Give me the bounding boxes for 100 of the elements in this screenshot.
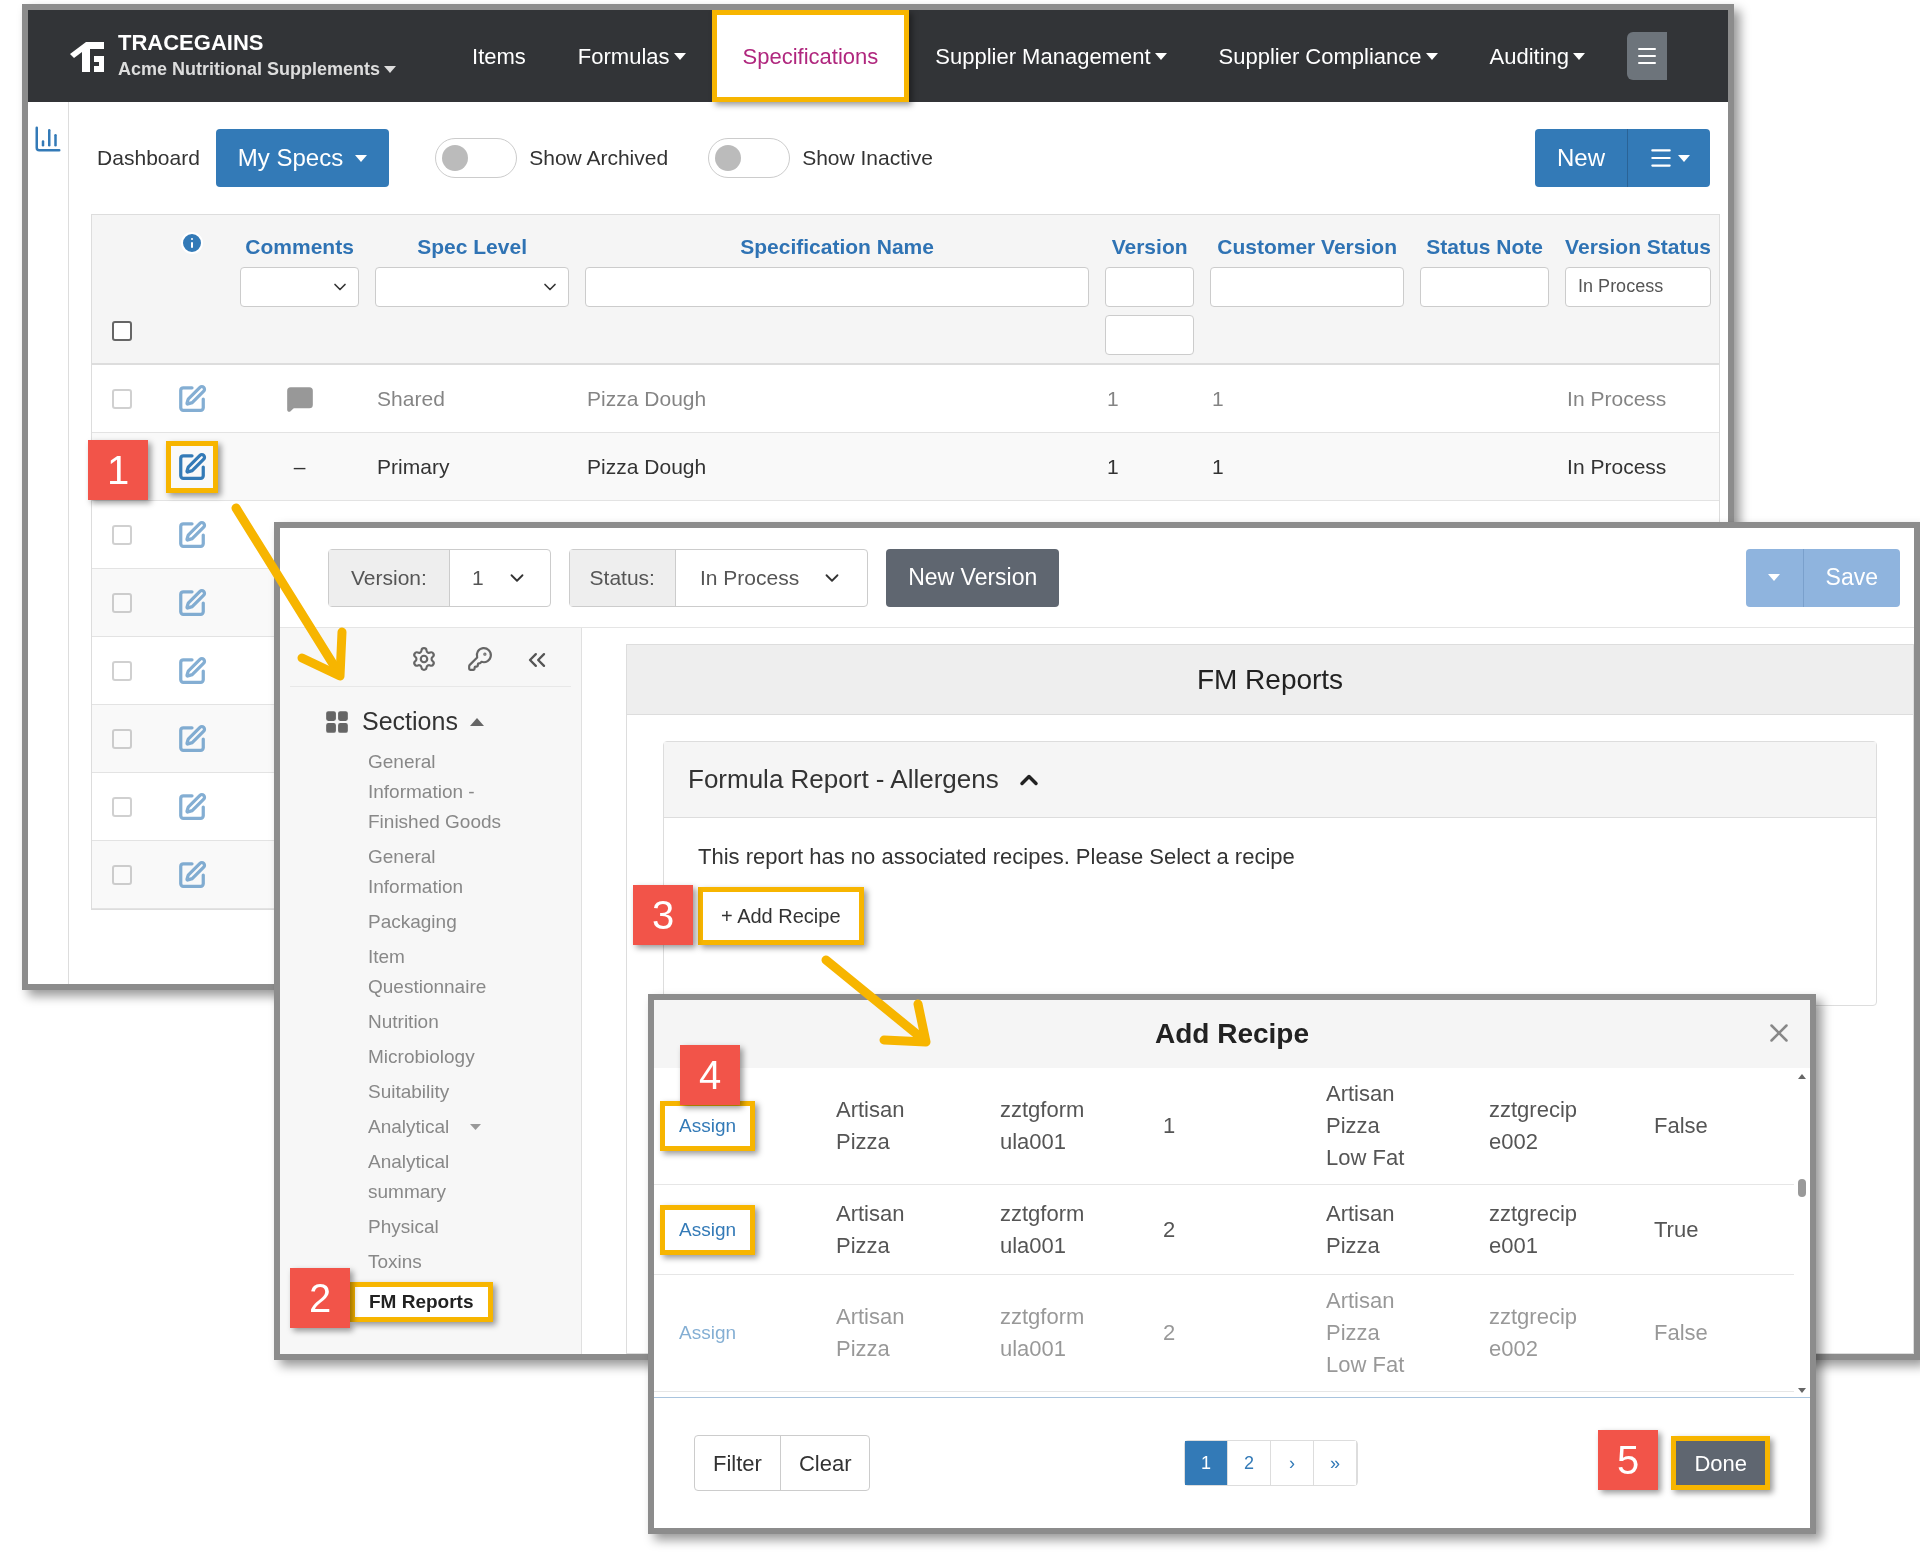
column-header[interactable]: Status Note <box>1426 231 1543 263</box>
filter-field[interactable] <box>1105 314 1195 355</box>
table-cell-text: 2 <box>1162 1319 1177 1347</box>
options-dropdown[interactable] <box>1628 129 1710 187</box>
table-cell-text: In Process <box>1566 453 1668 480</box>
caret-icon[interactable] <box>469 717 484 726</box>
edit-button[interactable] <box>166 440 219 493</box>
caret-icon <box>355 154 368 162</box>
toggle-switch[interactable] <box>435 138 518 178</box>
table-cell-text: 1 <box>1162 1112 1177 1140</box>
column-header[interactable]: Comments <box>245 231 354 263</box>
filter-field[interactable] <box>1420 266 1550 307</box>
nav-tab[interactable]: Supplier Management <box>909 10 1193 102</box>
section-link[interactable]: FM Reports <box>350 1281 493 1322</box>
filter-field[interactable] <box>585 266 1090 307</box>
section-link[interactable]: Toxins <box>368 1246 528 1277</box>
step-badge: 5 <box>1598 1430 1658 1490</box>
settings-icon[interactable] <box>411 646 437 672</box>
brand-name: TRACEGAINS <box>118 28 265 57</box>
table-cell-text: – <box>293 453 306 480</box>
table-cell-text: Artisan Pizza <box>835 1199 906 1260</box>
section-link[interactable]: Packaging <box>368 906 528 937</box>
info-icon[interactable] <box>180 231 205 255</box>
table-cell-text: zztgformula001 <box>999 1303 1086 1363</box>
step-badge: 1 <box>88 440 148 500</box>
clear-button[interactable]: Clear <box>780 1436 870 1490</box>
table-cell-text: Artisan Pizza <box>835 1303 906 1363</box>
filter-field[interactable] <box>1105 266 1195 307</box>
section-link[interactable]: General Information - Finished Goods <box>368 746 528 837</box>
section-link[interactable]: Physical <box>368 1211 528 1242</box>
done-button[interactable]: Done <box>1671 1436 1770 1490</box>
section-link[interactable]: Suitability <box>368 1076 528 1107</box>
table-cell-text: Artisan Pizza Low Fat <box>1325 1080 1406 1172</box>
save-options-dropdown[interactable] <box>1745 548 1804 607</box>
dialog-title: Add Recipe <box>1155 1017 1309 1051</box>
column-header[interactable]: Spec Level <box>417 231 527 263</box>
assign-link[interactable]: Assign <box>660 1308 756 1358</box>
nav-tab[interactable]: Formulas <box>551 10 712 102</box>
section-link[interactable]: General Information <box>368 841 528 902</box>
column-header[interactable]: Specification Name <box>740 231 934 263</box>
filter-button[interactable]: Filter <box>695 1436 781 1490</box>
report-title[interactable]: Formula Report - Allergens <box>688 760 999 799</box>
scroll-up-icon[interactable] <box>1798 1074 1806 1079</box>
toggle-switch[interactable] <box>708 138 791 178</box>
edit-icon <box>177 791 208 822</box>
key-icon[interactable] <box>467 646 493 672</box>
section-link[interactable]: Item Questionnaire <box>368 941 528 1002</box>
section-link[interactable]: Nutrition <box>368 1006 528 1037</box>
sections-heading[interactable]: Sections <box>362 703 458 741</box>
table-cell-text: Artisan Pizza Low Fat <box>1325 1287 1406 1379</box>
view-dropdown[interactable]: My Specs <box>215 129 390 187</box>
report-message: This report has no associated recipes. Please Select a recipe <box>698 843 1296 871</box>
nav-tab[interactable]: Specifications <box>711 10 910 102</box>
filter-field[interactable]: In Process <box>1565 266 1711 307</box>
column-header[interactable]: Version Status <box>1565 231 1711 263</box>
new-button[interactable]: New <box>1535 129 1628 187</box>
table-cell-text: In Process <box>1566 385 1668 412</box>
edit-icon <box>177 587 208 618</box>
step-badge: 2 <box>290 1268 350 1328</box>
account-switcher[interactable]: Acme Nutritional Supplements <box>118 56 397 84</box>
new-version-button[interactable]: New Version <box>886 548 1060 607</box>
table-cell-text: zztgformula001 <box>999 1199 1086 1260</box>
table-cell-text: Shared <box>376 385 446 412</box>
filter-select[interactable] <box>375 266 570 307</box>
caret-icon <box>1768 574 1781 581</box>
caret-icon <box>1678 154 1690 162</box>
section-link[interactable]: Analytical summary <box>368 1146 528 1207</box>
column-header[interactable]: Customer Version <box>1217 231 1397 263</box>
table-cell-text: False <box>1653 1112 1709 1140</box>
nav-tab[interactable]: Auditing <box>1463 10 1612 102</box>
comment-icon[interactable] <box>285 384 314 413</box>
scroll-down-icon[interactable] <box>1798 1388 1806 1393</box>
filter-select[interactable] <box>240 266 360 307</box>
table-cell-text: 1 <box>1106 385 1120 412</box>
edit-icon <box>177 655 208 686</box>
nav-tab[interactable]: Supplier Compliance <box>1192 10 1464 102</box>
toggle-label: Show Archived <box>529 145 669 172</box>
page-button[interactable]: 1 <box>1184 1441 1228 1485</box>
section-link[interactable]: Analytical <box>368 1111 528 1142</box>
table-cell-text: zztgrecipe002 <box>1488 1303 1579 1363</box>
table-cell-text: True <box>1653 1215 1700 1244</box>
assign-link[interactable]: Assign <box>660 1204 756 1255</box>
step-badge: 4 <box>680 1045 740 1105</box>
dashboard-link[interactable]: Dashboard <box>97 142 200 174</box>
edit-icon <box>177 383 208 414</box>
add-recipe-button[interactable]: + Add Recipe <box>698 887 864 945</box>
section-link[interactable]: Microbiology <box>368 1041 528 1072</box>
row-checkbox[interactable] <box>112 321 133 341</box>
table-cell-text: 1 <box>1106 453 1120 480</box>
table-cell-text: False <box>1653 1319 1709 1347</box>
table-cell-text: 2 <box>1162 1215 1177 1244</box>
step-badge: 3 <box>633 885 693 945</box>
table-cell-text: Primary <box>376 453 451 480</box>
filter-field[interactable] <box>1210 266 1405 307</box>
column-header[interactable]: Version <box>1111 231 1188 263</box>
menu-button[interactable] <box>1627 32 1668 80</box>
scroll-thumb[interactable] <box>1798 1179 1806 1197</box>
edit-icon <box>177 723 208 754</box>
table-cell-text: Pizza Dough <box>586 453 708 480</box>
nav-tab[interactable]: Items <box>446 10 552 102</box>
